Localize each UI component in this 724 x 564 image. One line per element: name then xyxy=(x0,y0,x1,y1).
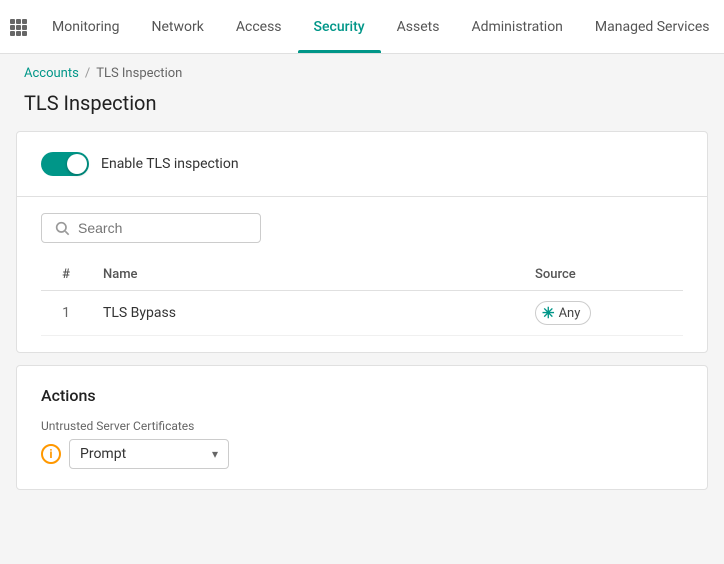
prompt-value: Prompt xyxy=(80,446,126,462)
col-header-name: Name xyxy=(91,259,523,291)
select-field: i Prompt ▾ xyxy=(41,439,683,469)
breadcrumb: Accounts / TLS Inspection xyxy=(0,54,724,87)
tls-enable-card: Enable TLS inspection # Name Source xyxy=(16,131,708,353)
toggle-section: Enable TLS inspection xyxy=(17,132,707,196)
untrusted-label: Untrusted Server Certificates xyxy=(41,419,683,433)
chevron-down-icon: ▾ xyxy=(212,447,218,461)
search-bar[interactable] xyxy=(41,213,261,243)
grid-icon[interactable] xyxy=(8,9,28,45)
actions-title: Actions xyxy=(41,386,683,405)
asterisk-icon: ✳ xyxy=(542,304,555,322)
nav-item-managed-services[interactable]: Managed Services xyxy=(579,0,724,53)
prompt-select[interactable]: Prompt ▾ xyxy=(69,439,229,469)
table-section: # Name Source 1 TLS Bypass ✳ Any xyxy=(17,197,707,352)
source-badge-label: Any xyxy=(559,306,581,321)
nav-item-administration[interactable]: Administration xyxy=(455,0,578,53)
nav-item-assets[interactable]: Assets xyxy=(381,0,456,53)
nav-item-monitoring[interactable]: Monitoring xyxy=(36,0,136,53)
breadcrumb-current: TLS Inspection xyxy=(96,66,182,81)
cell-num: 1 xyxy=(41,291,91,336)
main-content: Enable TLS inspection # Name Source xyxy=(0,131,724,518)
cell-name: TLS Bypass xyxy=(91,291,523,336)
nav-item-security[interactable]: Security xyxy=(298,0,381,53)
breadcrumb-separator: / xyxy=(85,66,90,81)
source-badge[interactable]: ✳ Any xyxy=(535,301,591,325)
page-title: TLS Inspection xyxy=(0,87,724,131)
col-header-source: Source xyxy=(523,259,683,291)
cell-source: ✳ Any xyxy=(523,291,683,336)
top-nav: Monitoring Network Access Security Asset… xyxy=(0,0,724,54)
data-table: # Name Source 1 TLS Bypass ✳ Any xyxy=(41,259,683,336)
table-row: 1 TLS Bypass ✳ Any xyxy=(41,291,683,336)
tls-toggle[interactable] xyxy=(41,152,89,176)
search-icon xyxy=(54,220,70,236)
nav-item-network[interactable]: Network xyxy=(136,0,220,53)
info-icon: i xyxy=(41,444,61,464)
breadcrumb-parent[interactable]: Accounts xyxy=(24,66,79,81)
actions-card: Actions Untrusted Server Certificates i … xyxy=(16,365,708,490)
nav-item-access[interactable]: Access xyxy=(220,0,298,53)
search-input[interactable] xyxy=(78,220,248,236)
toggle-label: Enable TLS inspection xyxy=(101,156,239,172)
nav-items: Monitoring Network Access Security Asset… xyxy=(36,0,724,53)
col-header-num: # xyxy=(41,259,91,291)
table-header-row: # Name Source xyxy=(41,259,683,291)
